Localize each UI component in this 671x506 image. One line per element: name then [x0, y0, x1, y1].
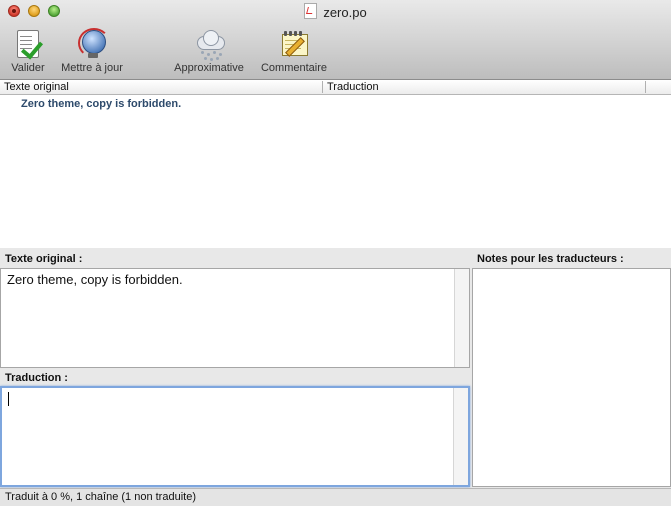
- validate-label: Valider: [11, 62, 45, 74]
- fuzzy-cloud-icon: [193, 28, 225, 60]
- translation-label: Traduction :: [5, 372, 68, 384]
- window-title-text: zero.po: [323, 5, 367, 20]
- validate-button[interactable]: Valider: [6, 28, 50, 74]
- update-label: Mettre à jour: [61, 62, 123, 74]
- document-icon: [304, 3, 318, 19]
- original-text-content: Zero theme, copy is forbidden.: [7, 272, 183, 287]
- original-text-label: Texte original :: [5, 253, 83, 265]
- window-titlebar: zero.po Valider Mettre à jour Approximat…: [0, 0, 671, 80]
- message-list[interactable]: Zero theme, copy is forbidden.: [0, 95, 671, 248]
- message-list-header: Texte original Traduction: [0, 80, 671, 95]
- fuzzy-label: Approximative: [174, 62, 244, 74]
- column-header-translation[interactable]: Traduction: [323, 80, 645, 94]
- translation-text-input[interactable]: [0, 386, 470, 487]
- status-text: Traduit à 0 %, 1 chaîne (1 non traduite): [5, 491, 196, 503]
- fuzzy-button[interactable]: Approximative: [169, 28, 249, 74]
- window-title: zero.po: [0, 3, 671, 20]
- comment-notepad-icon: [278, 28, 310, 60]
- comment-button[interactable]: Commentaire: [256, 28, 332, 74]
- list-item[interactable]: Zero theme, copy is forbidden.: [0, 95, 671, 113]
- column-divider[interactable]: [645, 81, 646, 93]
- column-header-original[interactable]: Texte original: [0, 80, 322, 94]
- translation-scrollbar[interactable]: [453, 388, 468, 485]
- comment-label: Commentaire: [260, 62, 328, 74]
- translator-notes-view[interactable]: [472, 268, 671, 487]
- text-caret: [8, 392, 9, 406]
- validate-icon: [12, 28, 44, 60]
- update-button[interactable]: Mettre à jour: [55, 28, 129, 74]
- original-text-view[interactable]: Zero theme, copy is forbidden.: [0, 268, 470, 368]
- update-globe-icon: [76, 28, 110, 60]
- status-bar: Traduit à 0 %, 1 chaîne (1 non traduite): [0, 488, 671, 506]
- notes-label: Notes pour les traducteurs :: [477, 253, 624, 265]
- list-item-original: Zero theme, copy is forbidden.: [21, 98, 182, 110]
- original-scrollbar[interactable]: [454, 269, 469, 367]
